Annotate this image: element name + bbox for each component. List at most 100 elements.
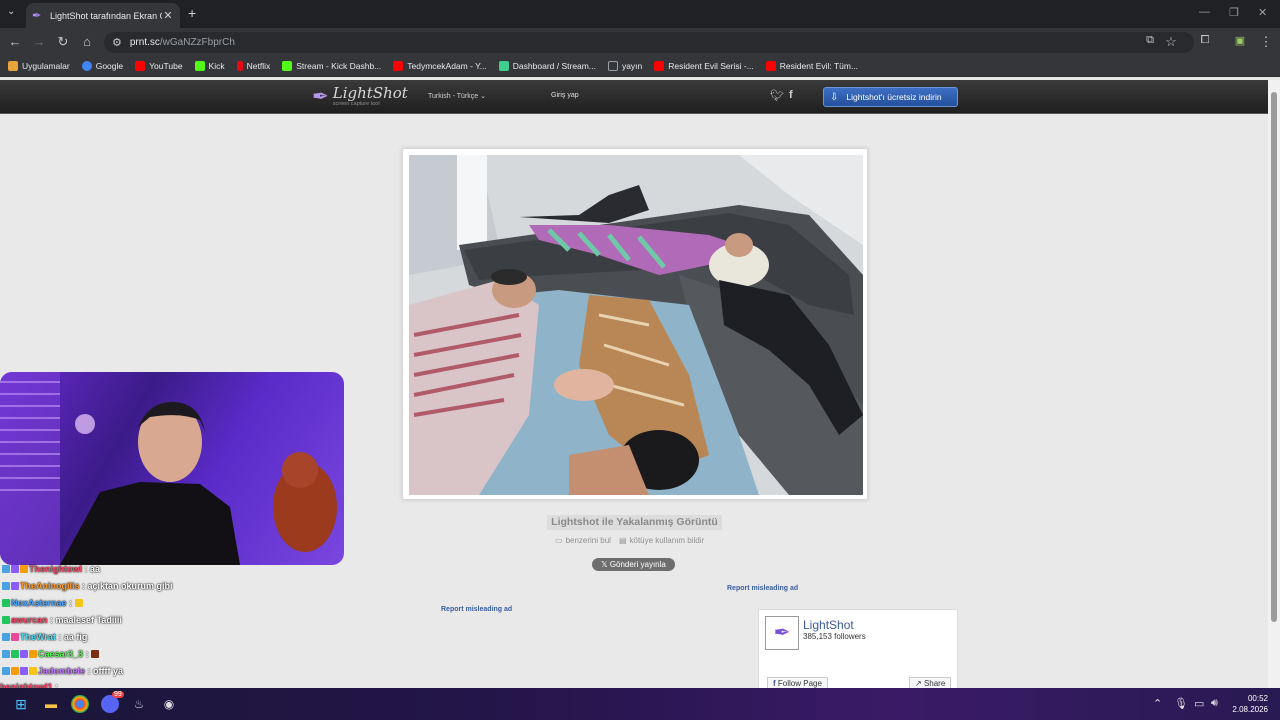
volume-icon[interactable]: 🔊︎: [1211, 697, 1218, 710]
bookmark-item[interactable]: Dashboard / Stream...: [498, 61, 596, 71]
tab-search-icon[interactable]: ⌄: [7, 6, 15, 17]
bookmark-item[interactable]: Uygulamalar: [8, 61, 70, 71]
tray-overflow-icon[interactable]: ⌃: [1153, 697, 1162, 710]
fb-followers: 385,153 followers: [803, 632, 866, 641]
report-abuse-label: kötüye kullanım bildir: [629, 536, 705, 545]
site-info-icon[interactable]: ⚙: [112, 36, 122, 49]
extensions-icon[interactable]: ⧠: [1197, 34, 1213, 47]
bookmark-label: YouTube: [149, 61, 183, 71]
download-button[interactable]: ⇩ Lightshot'ı ücretsiz indirin: [823, 87, 958, 107]
bookmark-star-icon[interactable]: ☆: [1163, 34, 1179, 50]
bookmark-item[interactable]: YouTube: [135, 61, 183, 71]
dashboard-icon: [498, 61, 509, 71]
screenshot-frame: [402, 148, 868, 500]
chat-username: TheWrat: [20, 632, 56, 642]
new-tab-icon[interactable]: +: [188, 5, 196, 21]
bookmark-item[interactable]: Netflix: [236, 61, 271, 71]
youtube-icon: [393, 61, 404, 71]
chat-text: : offff ya: [87, 666, 124, 676]
obs-icon[interactable]: ◉: [160, 695, 178, 713]
follow-label: Follow Page: [777, 679, 822, 688]
menu-icon[interactable]: ⋮: [1258, 34, 1274, 50]
image-icon: ▭: [555, 536, 563, 545]
facebook-widget: ✒ LightShot 385,153 followers f Follow P…: [758, 609, 958, 688]
download-label: Lightshot'ı ücretsiz indirin: [846, 92, 942, 102]
browser-tab-strip: ⌄ ✒ LightShot tarafından Ekran Görü ✕ + …: [0, 0, 1280, 28]
scrollbar-thumb[interactable]: [1271, 92, 1277, 622]
screenshot-caption: Lightshot ile Yakalanmış Görüntü: [547, 515, 722, 530]
tweet-button[interactable]: 𝕏 Gönderi yayınla: [592, 558, 675, 571]
report-abuse-link[interactable]: ▤ kötüye kullanım bildir: [619, 536, 704, 545]
screenshot-image[interactable]: [409, 155, 863, 495]
bookmark-label: Netflix: [246, 61, 271, 71]
screenshot-photo: [409, 155, 863, 495]
browser-tab[interactable]: ✒ LightShot tarafından Ekran Görü ✕: [26, 3, 180, 28]
clock-time: 00:52: [1247, 694, 1268, 703]
minimize-icon[interactable]: —: [1199, 6, 1210, 18]
bookmark-item[interactable]: Resident Evil: Tüm...: [765, 61, 859, 71]
reload-icon[interactable]: ↻: [55, 34, 71, 50]
cast-icon[interactable]: ⧉: [1142, 34, 1158, 47]
back-icon[interactable]: ←: [7, 34, 23, 49]
bookmark-item[interactable]: Kick: [194, 61, 225, 71]
logo-name: LightShot: [332, 84, 408, 102]
bookmark-item[interactable]: Stream - Kick Dashb...: [282, 61, 381, 71]
report-ad-link[interactable]: Report misleading ad: [727, 585, 798, 592]
url-host: prnt.sc: [129, 37, 160, 48]
chat-message: Thenightowl : aa: [2, 564, 100, 574]
bookmark-label: TedymcekAdam - Y...: [407, 61, 487, 71]
bookmark-item[interactable]: Resident Evil Serisi -...: [654, 61, 754, 71]
badge-icon: [29, 650, 37, 658]
steam-icon[interactable]: ♨: [130, 695, 148, 713]
microphone-icon[interactable]: 🎙︎: [1174, 697, 1188, 710]
chat-username: Thenightowl: [29, 564, 82, 574]
fb-page-name[interactable]: LightShot: [803, 618, 854, 632]
address-bar[interactable]: ⚙ prnt.sc/wGaNZzFbprCh: [104, 32, 1194, 53]
bookmark-folder[interactable]: yayın: [607, 61, 642, 71]
discord-icon[interactable]: 99: [101, 691, 124, 713]
bookmark-label: Resident Evil: Tüm...: [779, 61, 859, 71]
report-ad-link[interactable]: Report misleading ad: [441, 606, 512, 613]
chat-message: TheWrat : aa fig: [2, 632, 87, 642]
login-link[interactable]: Giriş yap: [551, 92, 579, 99]
bookmark-item[interactable]: TedymcekAdam - Y...: [393, 61, 487, 71]
forward-icon[interactable]: →: [31, 34, 47, 49]
stream-chat-overlay: Thenightowl : aa TheAninogilis : açıktan…: [0, 563, 380, 692]
file-explorer-icon[interactable]: ▬: [42, 695, 60, 713]
network-icon[interactable]: ▭: [1194, 697, 1204, 710]
share-button[interactable]: ↗ Share: [909, 677, 952, 688]
language-select[interactable]: Turkish - Türkçe ⌄: [428, 92, 486, 100]
chrome-icon[interactable]: [71, 695, 89, 713]
find-similar-link[interactable]: ▭ benzerini bul: [555, 536, 611, 545]
home-icon[interactable]: ⌂: [79, 34, 95, 49]
bookmark-item[interactable]: Google: [81, 61, 123, 71]
lightshot-avatar[interactable]: ✒: [765, 616, 799, 650]
facebook-icon[interactable]: f: [789, 89, 793, 101]
close-window-icon[interactable]: ✕: [1258, 6, 1267, 19]
windows-start-icon[interactable]: ⊞: [12, 695, 30, 713]
follow-page-button[interactable]: f Follow Page: [767, 677, 828, 688]
netflix-icon: [236, 61, 243, 71]
webcam-overlay: [0, 372, 344, 565]
share-icon: ↗: [915, 679, 924, 688]
chat-text: : açıktan okurum gibi: [82, 581, 173, 591]
find-similar-label: benzerini bul: [565, 536, 611, 545]
profile-icon[interactable]: ▣: [1232, 34, 1248, 47]
apps-icon: [8, 61, 18, 71]
youtube-icon: [135, 61, 146, 71]
lightshot-logo[interactable]: ✒ LightShot screen capture tool: [312, 84, 408, 109]
close-tab-icon[interactable]: ✕: [162, 9, 174, 22]
kick-icon: [194, 61, 205, 71]
youtube-icon: [654, 61, 665, 71]
page-scrollbar[interactable]: [1268, 80, 1280, 688]
badge-icon: [11, 667, 19, 675]
twitter-icon[interactable]: 🐦︎: [770, 89, 784, 102]
badge-icon: [11, 633, 19, 641]
system-clock[interactable]: 00:52 2.08.2026: [1230, 693, 1268, 715]
restore-icon[interactable]: ❐: [1229, 6, 1239, 19]
bookmark-label: Dashboard / Stream...: [512, 61, 596, 71]
badge-icon: [2, 599, 10, 607]
lightshot-favicon-icon: ✒: [32, 9, 42, 22]
download-icon: ⇩: [830, 91, 839, 103]
feather-icon: ✒: [312, 86, 329, 108]
